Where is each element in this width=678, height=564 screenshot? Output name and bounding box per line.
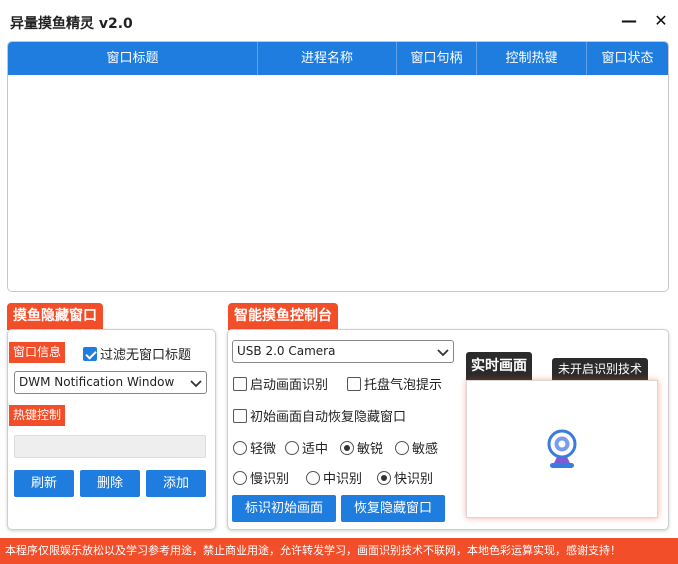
column-header-window-title[interactable]: 窗口标题 [8,42,258,75]
live-view-tag: 实时画面 [466,352,532,380]
add-button[interactable]: 添加 [146,470,206,497]
radio-icon [233,440,247,455]
speed-medium-label: 中识别 [323,472,363,487]
hide-window-section-title: 摸鱼隐藏窗口 [7,303,103,330]
speed-slow-label: 慢识别 [250,472,290,487]
sensitivity-sharp-label: 敏锐 [357,442,384,457]
recognition-status-badge: 未开启识别技术 [552,358,649,380]
close-button[interactable]: ✕ [650,8,672,34]
filter-untitled-checkbox[interactable]: 过滤无窗口标题 [83,344,191,363]
sensitivity-moderate-label: 适中 [302,442,329,457]
webcam-icon [547,429,577,468]
camera-select-value: USB 2.0 Camera [237,344,336,358]
speed-fast-label: 快识别 [394,472,434,487]
radio-icon [306,470,320,485]
sensitivity-radio-sharp[interactable]: 敏锐 [340,438,383,457]
sensitivity-radio-sensitive[interactable]: 敏感 [395,438,438,457]
table-body [8,75,668,291]
radio-icon [285,440,299,455]
table-header: 窗口标题 进程名称 窗口句柄 控制热键 窗口状态 [8,42,668,75]
window-select-value: DWM Notification Window [19,375,175,389]
column-header-window-status[interactable]: 窗口状态 [587,42,668,75]
window-select[interactable]: DWM Notification Window [14,371,207,394]
checkbox-checked-icon [83,346,97,361]
tray-bubble-checkbox[interactable]: 托盘气泡提示 [347,374,442,393]
smart-console-section-title: 智能摸鱼控制台 [228,303,338,330]
sensitivity-radio-moderate[interactable]: 适中 [285,438,328,457]
radio-selected-icon [377,470,391,485]
close-icon: ✕ [654,11,668,30]
column-header-hotkey[interactable]: 控制热键 [477,42,587,75]
sensitivity-sensitive-label: 敏感 [412,442,439,457]
delete-button[interactable]: 删除 [80,470,140,497]
minimize-icon: — [621,11,637,30]
title-bar: 异量摸鱼精灵 v2.0 — ✕ [0,0,678,42]
column-header-process-name[interactable]: 进程名称 [258,42,397,75]
window-list-table[interactable]: 窗口标题 进程名称 窗口句柄 控制热键 窗口状态 [7,41,669,292]
start-recognition-label: 启动画面识别 [250,378,329,393]
column-header-window-handle[interactable]: 窗口句柄 [397,42,477,75]
chevron-down-icon [190,380,202,388]
refresh-button[interactable]: 刷新 [14,470,74,497]
checkbox-icon [233,408,247,423]
footer-disclaimer: 本程序仅限娱乐放松以及学习参考用途，禁止商业用途，允许转发学习，画面识别技术不联… [0,538,678,564]
auto-restore-checkbox[interactable]: 初始画面自动恢复隐藏窗口 [233,406,406,425]
live-preview [466,380,658,518]
mark-initial-frame-button[interactable]: 标识初始画面 [232,495,336,522]
speed-radio-medium[interactable]: 中识别 [306,468,362,487]
checkbox-icon [347,376,361,391]
window-info-tag: 窗口信息 [9,342,66,363]
radio-selected-icon [340,440,354,455]
hotkey-control-tag: 热键控制 [9,405,66,426]
restore-hidden-window-button[interactable]: 恢复隐藏窗口 [341,495,445,522]
hide-window-panel: 窗口信息 过滤无窗口标题 DWM Notification Window 热键控… [7,329,216,530]
camera-select[interactable]: USB 2.0 Camera [232,340,454,363]
chevron-down-icon [437,349,449,357]
app-title: 异量摸鱼精灵 v2.0 [10,16,133,32]
smart-console-panel: USB 2.0 Camera 启动画面识别 托盘气泡提示 初始画面自动恢复隐藏窗… [227,329,669,530]
speed-radio-slow[interactable]: 慢识别 [233,468,289,487]
filter-untitled-label: 过滤无窗口标题 [100,348,192,363]
sensitivity-radio-light[interactable]: 轻微 [233,438,276,457]
radio-icon [233,470,247,485]
checkbox-icon [233,376,247,391]
speed-radio-fast[interactable]: 快识别 [377,468,433,487]
tray-bubble-label: 托盘气泡提示 [364,378,443,393]
hotkey-input[interactable] [14,435,206,458]
auto-restore-label: 初始画面自动恢复隐藏窗口 [250,410,407,425]
sensitivity-light-label: 轻微 [250,442,277,457]
minimize-button[interactable]: — [618,8,640,34]
radio-icon [395,440,409,455]
start-recognition-checkbox[interactable]: 启动画面识别 [233,374,328,393]
